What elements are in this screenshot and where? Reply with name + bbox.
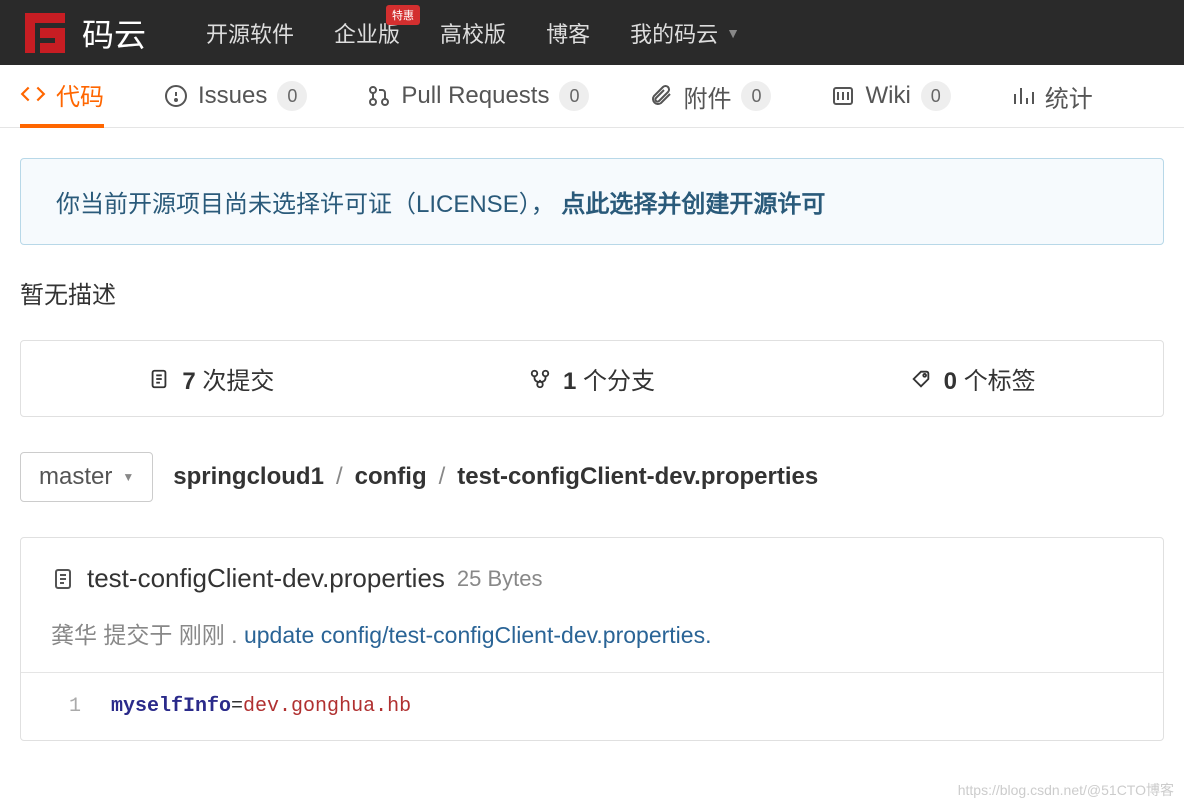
branch-select[interactable]: master ▼ (20, 452, 153, 502)
branch-row: master ▼ springcloud1 / config / test-co… (20, 452, 1164, 502)
top-nav: 码云 开源软件 企业版 特惠 高校版 博客 我的码云 ▼ (0, 0, 1184, 65)
file-icon (51, 567, 75, 591)
stats-bar: 7 次提交 1 个分支 0 个标签 (20, 340, 1164, 417)
nav-items: 开源软件 企业版 特惠 高校版 博客 我的码云 ▼ (206, 17, 740, 49)
nav-edu[interactable]: 高校版 (440, 17, 506, 49)
issue-icon (164, 84, 188, 108)
notice-link[interactable]: 点此选择并创建开源许可 (561, 191, 825, 218)
attach-icon (649, 84, 673, 108)
stat-commits[interactable]: 7 次提交 (21, 361, 402, 396)
tab-issues[interactable]: Issues 0 (164, 65, 307, 128)
code-area: 1 myselfInfo=dev.gonghua.hb (21, 673, 1163, 740)
branch-chevron-icon: ▼ (122, 470, 134, 484)
breadcrumb-folder[interactable]: config (355, 463, 427, 491)
stat-branches[interactable]: 1 个分支 (402, 361, 783, 396)
file-box: test-configClient-dev.properties 25 Byte… (20, 537, 1164, 741)
branches-icon (529, 368, 551, 390)
nav-blog[interactable]: 博客 (546, 17, 590, 49)
license-notice: 你当前开源项目尚未选择许可证（LICENSE）， 点此选择并创建开源许可 (20, 158, 1164, 245)
tab-wiki[interactable]: Wiki 0 (831, 65, 950, 128)
breadcrumb-file[interactable]: test-configClient-dev.properties (457, 463, 818, 491)
pr-icon (367, 84, 391, 108)
logo-text: 码云 (82, 10, 146, 56)
logo[interactable]: 码云 (20, 8, 146, 58)
logo-icon (20, 8, 70, 58)
chevron-down-icon: ▼ (726, 25, 740, 41)
commit-time: 刚刚 (179, 622, 225, 648)
notice-text: 你当前开源项目尚未选择许可证（LICENSE）， (56, 191, 555, 218)
commit-author[interactable]: 龚华 (51, 622, 97, 648)
code-icon (20, 81, 46, 107)
breadcrumb: springcloud1 / config / test-configClien… (173, 463, 818, 491)
nav-badge: 特惠 (386, 5, 420, 25)
stats-icon (1011, 84, 1035, 108)
nav-enterprise[interactable]: 企业版 特惠 (334, 17, 400, 49)
pr-count: 0 (559, 81, 589, 111)
tab-attach[interactable]: 附件 0 (649, 65, 771, 128)
no-description: 暂无描述 (20, 275, 1164, 310)
file-header: test-configClient-dev.properties 25 Byte… (21, 538, 1163, 604)
line-number: 1 (51, 695, 81, 718)
nav-opensource[interactable]: 开源软件 (206, 17, 294, 49)
tab-pr[interactable]: Pull Requests 0 (367, 65, 589, 128)
attach-count: 0 (741, 81, 771, 111)
tab-stats[interactable]: 统计 (1011, 65, 1093, 128)
breadcrumb-root[interactable]: springcloud1 (173, 463, 324, 491)
nav-my[interactable]: 我的码云 ▼ (630, 17, 740, 49)
file-size: 25 Bytes (457, 566, 543, 592)
issues-count: 0 (277, 81, 307, 111)
commit-info: 龚华 提交于 刚刚 . update config/test-configCli… (21, 604, 1163, 673)
tags-icon (910, 368, 932, 390)
stat-tags[interactable]: 0 个标签 (782, 361, 1163, 396)
tab-code[interactable]: 代码 (20, 65, 104, 128)
file-name: test-configClient-dev.properties (87, 563, 445, 594)
wiki-icon (831, 84, 855, 108)
content: 你当前开源项目尚未选择许可证（LICENSE）， 点此选择并创建开源许可 暂无描… (0, 128, 1184, 741)
commit-message[interactable]: update config/test-configClient-dev.prop… (244, 622, 712, 648)
watermark: https://blog.csdn.net/@51CTO博客 (958, 780, 1174, 800)
wiki-count: 0 (921, 81, 951, 111)
commits-icon (148, 368, 170, 390)
code-line: myselfInfo=dev.gonghua.hb (111, 695, 411, 718)
sub-nav: 代码 Issues 0 Pull Requests 0 附件 0 Wiki 0 … (0, 65, 1184, 128)
